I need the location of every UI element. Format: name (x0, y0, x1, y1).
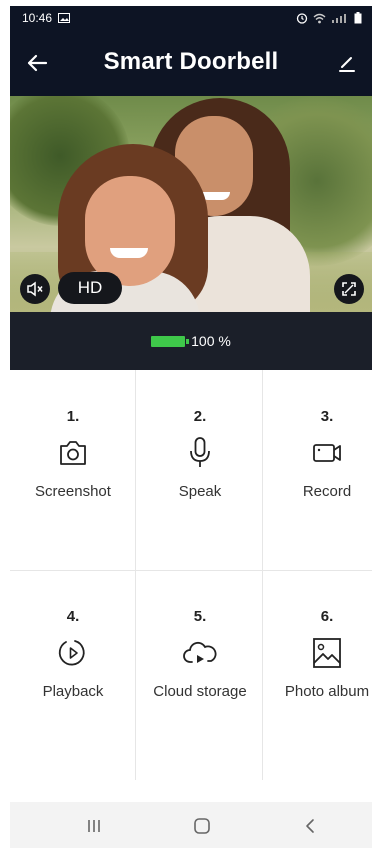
action-number: 4. (66, 608, 80, 625)
image-icon (313, 638, 341, 668)
action-number: 6. (320, 608, 334, 625)
video-camera-icon (313, 444, 341, 462)
status-time: 10:46 (22, 11, 53, 25)
battery-icon (354, 12, 362, 24)
wifi-icon (313, 13, 326, 23)
grid-divider (262, 370, 263, 780)
quality-toggle-button[interactable]: HD (58, 272, 122, 304)
action-number: 5. (193, 608, 207, 625)
app-header: Smart Doorbell (10, 30, 372, 96)
home-icon[interactable] (190, 814, 214, 838)
action-label: Record (302, 483, 352, 500)
status-bar: 10:46 (10, 6, 372, 30)
action-number: 2. (193, 408, 207, 425)
action-label: Cloud storage (153, 683, 247, 700)
phone-screen: 10:46 Smart Doorbell HD 100 % 1. Screens… (10, 6, 372, 848)
back-icon[interactable] (298, 814, 322, 838)
page-title: Smart Doorbell (103, 48, 279, 75)
grid-divider (135, 370, 136, 780)
system-nav-bar (10, 802, 372, 848)
camera-icon (60, 441, 86, 465)
battery-status: 100 % (10, 312, 372, 370)
person-face (85, 176, 175, 286)
action-label: Playback (42, 683, 104, 700)
alarm-icon (296, 13, 308, 24)
record-button[interactable]: 3. Record (267, 408, 372, 500)
battery-percent: 100 % (191, 333, 231, 349)
cloud-play-icon (183, 641, 217, 663)
signal-icon (332, 13, 346, 23)
pencil-icon[interactable] (336, 52, 358, 74)
fullscreen-button[interactable] (334, 274, 364, 304)
action-label: Photo album (284, 683, 370, 700)
photo-album-button[interactable]: 6. Photo album (267, 608, 372, 700)
grid-divider (10, 570, 372, 571)
gallery-icon (58, 13, 71, 23)
action-number: 1. (66, 408, 80, 425)
action-grid: 1. Screenshot 2. Speak 3. Record 4. Play… (10, 370, 372, 780)
fullscreen-icon (342, 282, 356, 296)
person-smile (110, 248, 148, 258)
battery-level-icon (151, 335, 190, 347)
playback-icon (58, 640, 85, 666)
speak-button[interactable]: 2. Speak (140, 408, 260, 500)
action-label: Speak (178, 483, 222, 500)
recent-apps-icon[interactable] (82, 814, 106, 838)
action-label: Screenshot (35, 483, 111, 500)
mute-button[interactable] (20, 274, 50, 304)
action-number: 3. (320, 408, 334, 425)
microphone-icon (190, 437, 210, 467)
screenshot-button[interactable]: 1. Screenshot (13, 408, 133, 500)
speaker-muted-icon (27, 281, 43, 297)
cloud-storage-button[interactable]: 5. Cloud storage (140, 608, 260, 700)
playback-button[interactable]: 4. Playback (13, 608, 133, 700)
